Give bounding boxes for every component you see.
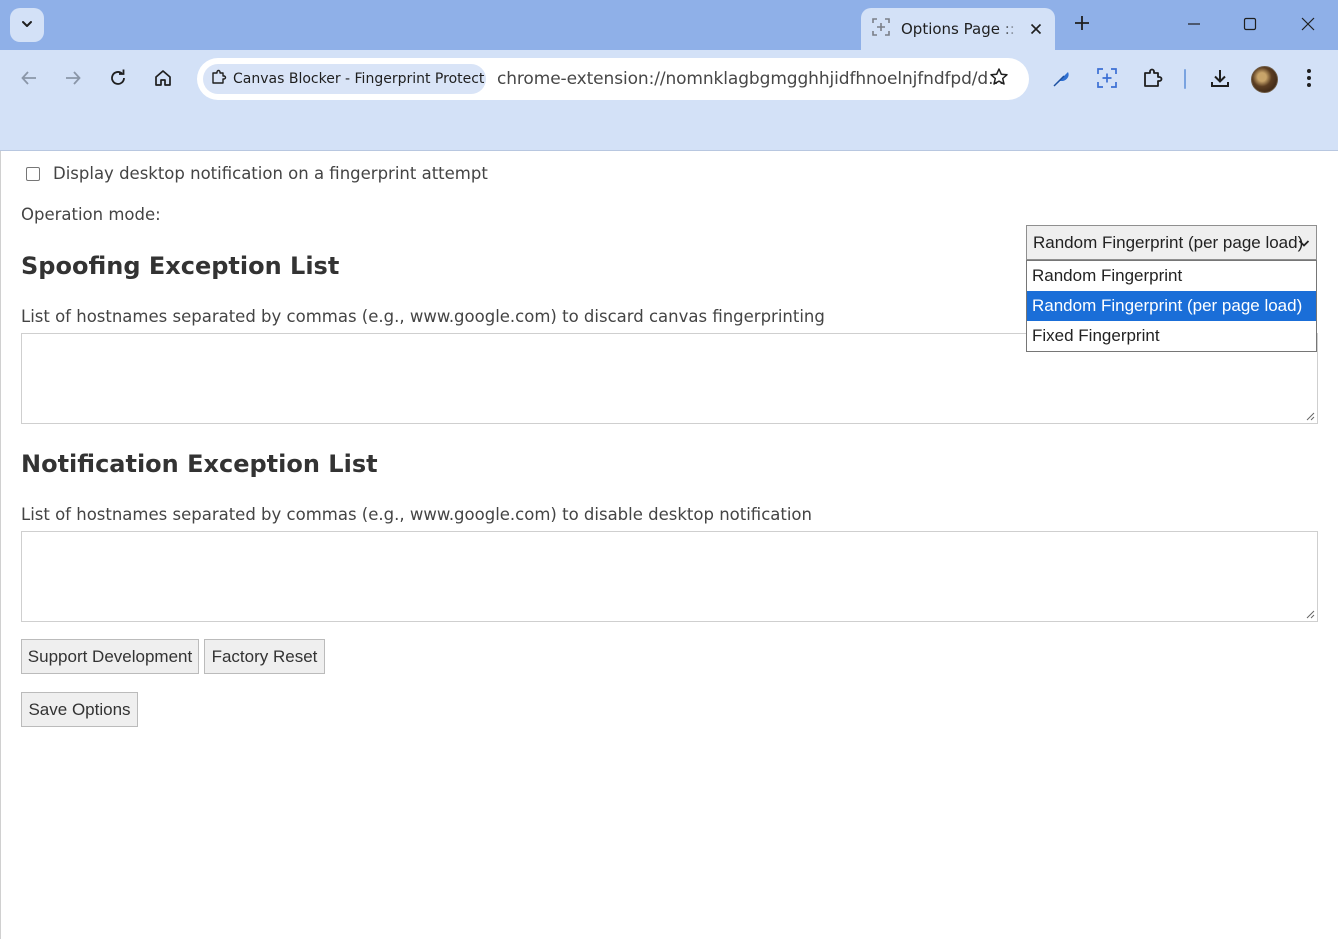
dropdown-option-selected[interactable]: Random Fingerprint (per page load) <box>1027 291 1316 321</box>
new-tab-button[interactable] <box>1068 11 1096 39</box>
notification-option: Display desktop notification on a finger… <box>26 164 488 183</box>
options-page: Display desktop notification on a finger… <box>0 151 1338 939</box>
notification-exception-heading: Notification Exception List <box>21 450 378 478</box>
reload-button[interactable] <box>102 64 134 96</box>
arrow-left-icon <box>20 69 38 91</box>
extensions-menu-button[interactable] <box>1137 64 1169 96</box>
browser-toolbar: Canvas Blocker - Fingerprint Protect chr… <box>0 50 1338 151</box>
chevron-down-icon <box>20 16 34 35</box>
site-chip-label: Canvas Blocker - Fingerprint Protect <box>233 71 485 87</box>
window-edge <box>0 151 1 939</box>
notification-exception-description: List of hostnames separated by commas (e… <box>21 505 812 524</box>
operation-mode-select[interactable]: Random Fingerprint (per page load) <box>1026 225 1317 260</box>
dropdown-option[interactable]: Fixed Fingerprint <box>1027 321 1316 351</box>
feather-icon <box>1051 67 1073 93</box>
tab-search-button[interactable] <box>10 8 44 42</box>
maximize-button[interactable] <box>1233 8 1267 42</box>
site-info-chip[interactable]: Canvas Blocker - Fingerprint Protect <box>203 64 486 94</box>
operation-mode-label: Operation mode: <box>21 205 161 224</box>
puzzle-icon <box>211 69 227 89</box>
puzzle-icon <box>1142 67 1164 93</box>
close-icon <box>1301 16 1315 35</box>
star-icon <box>989 67 1009 91</box>
minimize-icon <box>1187 16 1201 35</box>
operation-mode-dropdown: Random Fingerprint Random Fingerprint (p… <box>1026 260 1317 352</box>
spoofing-exception-description: List of hostnames separated by commas (e… <box>21 307 825 326</box>
capture-icon <box>871 17 891 41</box>
home-button[interactable] <box>147 64 179 96</box>
reload-icon <box>109 69 127 91</box>
back-button[interactable] <box>13 64 45 96</box>
notification-exception-textarea[interactable] <box>21 531 1318 622</box>
support-development-button[interactable]: Support Development <box>21 639 199 674</box>
close-icon[interactable] <box>1025 18 1047 40</box>
dropdown-option[interactable]: Random Fingerprint <box>1027 261 1316 291</box>
operation-mode-selected: Random Fingerprint (per page load) <box>1033 232 1304 252</box>
resize-grip-icon[interactable] <box>1306 610 1315 619</box>
save-options-button[interactable]: Save Options <box>21 692 138 727</box>
chevron-down-icon <box>1298 236 1310 254</box>
home-icon <box>153 68 173 92</box>
downloads-button[interactable] <box>1204 64 1236 96</box>
factory-reset-button[interactable]: Factory Reset <box>204 639 325 674</box>
maximize-icon <box>1243 16 1257 35</box>
arrow-right-icon <box>64 69 82 91</box>
address-bar[interactable]: Canvas Blocker - Fingerprint Protect chr… <box>197 58 1029 100</box>
extension-feather-button[interactable] <box>1046 64 1078 96</box>
forward-button[interactable] <box>57 64 89 96</box>
bookmark-button[interactable] <box>985 65 1013 93</box>
resize-grip-icon[interactable] <box>1306 412 1315 421</box>
minimize-button[interactable] <box>1177 8 1211 42</box>
avatar[interactable] <box>1251 66 1278 93</box>
browser-menu-button[interactable] <box>1293 64 1325 96</box>
toolbar-divider <box>1184 69 1186 89</box>
title-bar: Options Page :: Canvas Blocker - Fingerp… <box>0 0 1338 50</box>
download-icon <box>1209 67 1231 93</box>
tab-title: Options Page :: Canvas Blocker - Fingerp… <box>901 20 1019 38</box>
url-text[interactable]: chrome-extension://nomnklagbgmgghhjidfhn… <box>497 69 1004 89</box>
close-window-button[interactable] <box>1291 8 1325 42</box>
tab-options-page[interactable]: Options Page :: Canvas Blocker - Fingerp… <box>861 8 1055 50</box>
extension-capture-button[interactable] <box>1091 64 1123 96</box>
kebab-menu-icon <box>1306 68 1312 92</box>
notification-checkbox-label: Display desktop notification on a finger… <box>53 164 488 183</box>
spoofing-exception-heading: Spoofing Exception List <box>21 252 340 280</box>
capture-icon <box>1096 67 1118 93</box>
plus-icon <box>1074 15 1090 35</box>
notification-checkbox[interactable] <box>26 166 40 181</box>
